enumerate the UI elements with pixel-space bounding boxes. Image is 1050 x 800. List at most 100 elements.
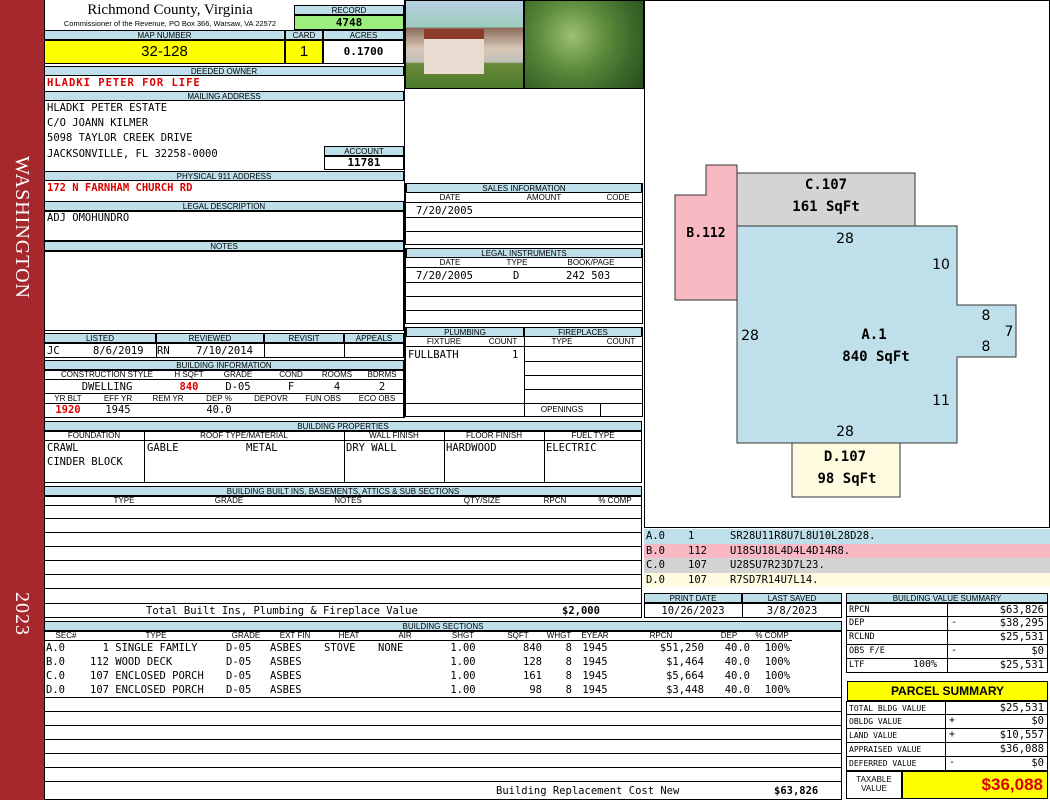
record-number: 4748 bbox=[294, 15, 404, 30]
vector-section: D.0 bbox=[646, 573, 665, 586]
sketch-vectors: A.0 1 SR28U11R8U7L8U10L28D28. B.0 112 U18SU18… bbox=[644, 529, 1050, 587]
vector-row: B.0 112 U18SU18L4D4L4D14R8. bbox=[644, 543, 1050, 558]
value-summary-row: OBS F/E - $0 bbox=[846, 645, 1048, 659]
sections-row-line bbox=[44, 781, 842, 782]
value-label: RPCN bbox=[849, 605, 870, 615]
properties-title: BUILDING PROPERTIES bbox=[44, 421, 642, 431]
parcel-label: LAND VALUE bbox=[849, 731, 898, 740]
value-sign: - bbox=[951, 645, 958, 656]
c-name: C.107 bbox=[805, 177, 847, 193]
print-date: 10/26/2023 bbox=[661, 605, 725, 617]
d-area: 98 SqFt bbox=[817, 471, 876, 487]
dim-right-upper: 10 bbox=[932, 257, 950, 273]
district-name: WASHINGTON bbox=[11, 156, 33, 299]
listed-label: LISTED bbox=[44, 333, 156, 343]
builtins-total-label: Total Built Ins, Plumbing & Fireplace Va… bbox=[146, 605, 418, 617]
reviewed-label: REVIEWED bbox=[156, 333, 264, 343]
builtins-row-line bbox=[44, 560, 642, 561]
parcel-label: TOTAL BLDG VALUE bbox=[849, 704, 927, 713]
building-info-title: BUILDING INFORMATION bbox=[44, 360, 404, 370]
builtins-row-line bbox=[44, 588, 642, 589]
prop-box bbox=[44, 431, 642, 483]
vector-path: R7SD7R14U7L14. bbox=[730, 573, 819, 586]
parcel-divider bbox=[945, 743, 946, 756]
parcel-amount: $10,557 bbox=[999, 729, 1044, 741]
parcel-amount: $0 bbox=[1031, 757, 1044, 769]
mailing-line-2: C/O JOANN KILMER bbox=[47, 117, 149, 129]
c-area: 161 SqFt bbox=[792, 199, 859, 215]
prop-divider bbox=[144, 431, 145, 483]
vector-section: A.0 bbox=[646, 530, 665, 542]
a-area: 840 SqFt bbox=[842, 349, 909, 365]
value-label: OBS F/E bbox=[849, 646, 885, 656]
value-divider bbox=[947, 645, 948, 658]
sales-row-line bbox=[405, 231, 643, 232]
dim-bump-side: 7 bbox=[1005, 324, 1014, 340]
value-summary-row: RPCN $63,826 bbox=[846, 603, 1048, 617]
parcel-summary-row: TOTAL BLDG VALUE $25,531 bbox=[846, 701, 1048, 715]
notes-box bbox=[44, 251, 404, 331]
physical-address: 172 N FARNHAM CHURCH RD bbox=[47, 182, 193, 194]
county-name: Richmond County, Virginia bbox=[87, 2, 253, 18]
parcel-summary-row: LAND VALUE + $10,557 bbox=[846, 729, 1048, 743]
openings-divider bbox=[600, 403, 601, 417]
reviewed-date: 7/10/2014 bbox=[196, 345, 253, 357]
review-divider bbox=[156, 343, 157, 358]
parcel-summary-row: OBLDG VALUE + $0 bbox=[846, 715, 1048, 729]
map-number-label: MAP NUMBER bbox=[44, 30, 285, 40]
vector-path: SR28U11R8U7L8U10L28D28. bbox=[730, 530, 876, 542]
parcel-sign: + bbox=[949, 729, 956, 740]
value-summary-title: BUILDING VALUE SUMMARY bbox=[846, 593, 1048, 603]
value-summary-rows: RPCN $63,826 DEP - $38,295 RCLND $25,531 OBS F/… bbox=[846, 603, 1048, 673]
value-amount: $25,531 bbox=[999, 631, 1044, 643]
acres-value: 0.1700 bbox=[323, 40, 404, 64]
parcel-label: OBLDG VALUE bbox=[849, 717, 902, 726]
vector-code: 107 bbox=[688, 573, 707, 586]
parcel-sign: + bbox=[949, 715, 956, 726]
vector-row: A.0 1 SR28U11R8U7L8U10L28D28. bbox=[644, 529, 1050, 544]
prop-divider bbox=[444, 431, 445, 483]
sections-row-line bbox=[44, 697, 842, 698]
builtins-total: $2,000 bbox=[562, 605, 600, 617]
last-saved-label: LAST SAVED bbox=[742, 593, 842, 603]
value-divider bbox=[947, 631, 948, 644]
sections-title: BUILDING SECTIONS bbox=[44, 621, 842, 631]
vector-code: 1 bbox=[688, 530, 695, 542]
commissioner-address: Commissioner of the Revenue, PO Box 366,… bbox=[63, 19, 277, 28]
bi-box bbox=[44, 370, 404, 418]
dim-bottom: 28 bbox=[836, 424, 854, 440]
prop-divider bbox=[344, 431, 345, 483]
value-divider bbox=[947, 617, 948, 630]
mailing-line-1: HLADKI PETER ESTATE bbox=[47, 102, 168, 114]
taxable-value: $36,088 bbox=[902, 771, 1048, 799]
parcel-summary-row: APPRAISED VALUE $36,088 bbox=[846, 743, 1048, 757]
record-label: RECORD bbox=[294, 5, 404, 15]
parcel-divider bbox=[945, 757, 946, 770]
county-header: Richmond County, Virginia Commissioner o… bbox=[46, 2, 294, 32]
sections-row-line bbox=[44, 753, 842, 754]
builtins-row-line bbox=[44, 532, 642, 533]
taxable-label: TAXABLE VALUE bbox=[846, 771, 902, 799]
value-summary-row: RCLND $25,531 bbox=[846, 631, 1048, 645]
property-photo-2 bbox=[524, 0, 644, 89]
parcel-summary-rows: TOTAL BLDG VALUE $25,531 OBLDG VALUE + $0 LAN… bbox=[846, 701, 1048, 771]
parcel-divider bbox=[945, 702, 946, 715]
sales-box bbox=[405, 183, 643, 245]
parcel-sign: - bbox=[949, 757, 956, 768]
builtins-row-line bbox=[44, 546, 642, 547]
sections-row-line bbox=[44, 725, 842, 726]
account-label: ACCOUNT bbox=[324, 146, 404, 156]
value-divider bbox=[947, 659, 948, 672]
instr-row-line bbox=[405, 282, 643, 283]
value-amount: $63,826 bbox=[999, 604, 1044, 616]
house-icon bbox=[424, 29, 484, 74]
deeded-owner: HLADKI PETER FOR LIFE bbox=[47, 77, 201, 89]
last-saved: 3/8/2023 bbox=[766, 605, 818, 617]
value-label: LTF bbox=[849, 660, 865, 670]
dim-bump-bottom: 8 bbox=[982, 339, 991, 355]
reviewed-by: RN bbox=[157, 345, 170, 357]
parcel-label: APPRAISED VALUE bbox=[849, 745, 922, 754]
replacement-cost: $63,826 bbox=[774, 785, 819, 797]
a-name: A.1 bbox=[861, 327, 886, 343]
revisit-label: REVISIT bbox=[264, 333, 344, 343]
